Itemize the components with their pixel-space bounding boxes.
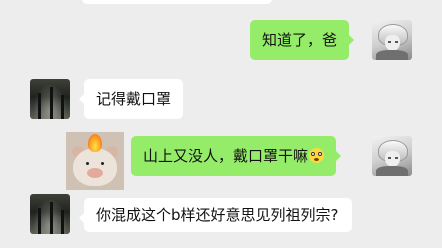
- message-text: 山上又没人，戴口罩干嘛: [143, 147, 309, 165]
- dad-avatar[interactable]: [30, 79, 70, 119]
- previous-message-bubble[interactable]: [82, 0, 272, 4]
- message-text: 知道了，爸: [262, 31, 338, 49]
- message-text: 记得戴口罩: [96, 90, 172, 108]
- my-avatar[interactable]: [372, 20, 412, 60]
- flushed-face-emoji-icon: [309, 148, 325, 163]
- message-text: 你混成这个b样还好意思见列祖列宗?: [96, 206, 339, 224]
- dad-avatar[interactable]: [30, 194, 70, 234]
- fire-icon: [88, 134, 102, 152]
- chat-window: 知道了，爸 记得戴口罩 山上又没人，戴口罩干嘛 你混成这个b样还好意思见列祖列宗…: [0, 0, 442, 248]
- message-bubble-outgoing[interactable]: 知道了，爸: [250, 20, 355, 60]
- my-avatar[interactable]: [372, 136, 412, 176]
- message-bubble-incoming[interactable]: 记得戴口罩: [78, 79, 184, 119]
- message-bubble-incoming[interactable]: 你混成这个b样还好意思见列祖列宗?: [79, 198, 352, 232]
- pig-sticker-image[interactable]: [66, 132, 124, 190]
- message-bubble-outgoing[interactable]: 山上又没人，戴口罩干嘛: [131, 136, 342, 176]
